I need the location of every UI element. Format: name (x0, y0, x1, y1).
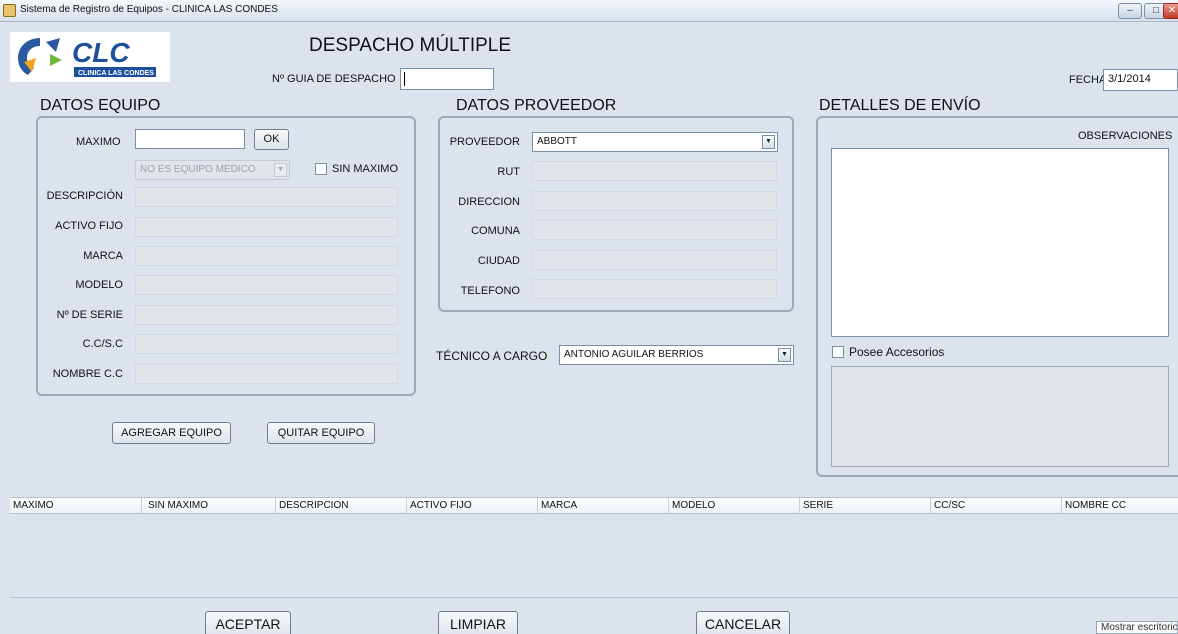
svg-text:CLC: CLC (72, 37, 130, 68)
maximo-input[interactable] (135, 129, 245, 149)
telefono-label: TELEFONO (460, 285, 520, 297)
posee-accesorios-label: Posee Accesorios (849, 345, 945, 359)
ciudad-field (532, 250, 777, 270)
agregar-equipo-button[interactable]: AGREGAR EQUIPO (112, 422, 231, 444)
chevron-down-icon: ▼ (778, 348, 791, 362)
tecnico-select[interactable]: ANTONIO AGUILAR BERRIOS ▼ (559, 345, 794, 365)
chevron-down-icon: ▼ (762, 135, 775, 149)
tecnico-select-value: ANTONIO AGUILAR BERRIOS (564, 349, 704, 360)
modelo-field (135, 275, 398, 295)
accesorios-textarea[interactable] (831, 366, 1169, 467)
proveedor-select-value: ABBOTT (537, 136, 578, 147)
activo-fijo-field (135, 217, 398, 237)
telefono-field (532, 279, 777, 299)
page-title: DESPACHO MÚLTIPLE (309, 35, 512, 56)
clc-logo-mark-icon: CLC CLINICA LAS CONDES (18, 37, 156, 77)
chevron-down-icon: ▼ (274, 163, 287, 177)
posee-accesorios-checkbox[interactable] (832, 346, 844, 358)
column-header-descripcion[interactable]: DESCRIPCION (276, 498, 407, 514)
svg-text:CLINICA LAS CONDES: CLINICA LAS CONDES (78, 70, 154, 77)
maximo-label: MAXIMO (76, 136, 121, 148)
column-header-activo-fijo[interactable]: ACTIVO FIJO (407, 498, 538, 514)
java-app-icon (3, 4, 16, 17)
clc-logo: CLC CLINICA LAS CONDES (10, 32, 170, 82)
equipo-medico-select-value: NO ES EQUIPO MEDICO (140, 164, 256, 175)
direccion-label: DIRECCION (458, 196, 520, 208)
quitar-equipo-button[interactable]: QUITAR EQUIPO (267, 422, 375, 444)
fecha-label: FECHA (1069, 74, 1107, 86)
direccion-field (532, 191, 777, 211)
rut-field (532, 161, 777, 181)
equipo-medico-select[interactable]: NO ES EQUIPO MEDICO ▼ (135, 160, 290, 180)
datos-equipo-heading: DATOS EQUIPO (40, 97, 161, 114)
proveedor-select[interactable]: ABBOTT ▼ (532, 132, 778, 152)
ccsc-label: C.C/S.C (82, 338, 123, 350)
comuna-label: COMUNA (471, 225, 520, 237)
marca-field (135, 246, 398, 266)
ciudad-label: CIUDAD (477, 255, 520, 267)
detalles-envio-heading: DETALLES DE ENVÍO (819, 97, 981, 114)
guia-despacho-input[interactable] (400, 68, 494, 90)
nombre-cc-label: NOMBRE C.C (52, 368, 123, 380)
equipos-table-header: MAXIMO SIN MAXIMO DESCRIPCION ACTIVO FIJ… (10, 497, 1178, 514)
descripcion-field (135, 187, 398, 207)
limpiar-button[interactable]: LIMPIAR (438, 611, 518, 634)
column-header-sin-maximo[interactable]: SIN MAXIMO (145, 498, 276, 514)
datos-proveedor-heading: DATOS PROVEEDOR (456, 97, 617, 114)
proveedor-label: PROVEEDOR (449, 136, 520, 148)
column-header-maximo[interactable]: MAXIMO (10, 498, 142, 514)
activo-fijo-label: ACTIVO FIJO (55, 220, 123, 232)
descripcion-label: DESCRIPCIÓN (46, 190, 123, 202)
modelo-label: MODELO (75, 279, 123, 291)
column-header-modelo[interactable]: MODELO (669, 498, 800, 514)
tecnico-label: TÉCNICO A CARGO (436, 349, 548, 363)
mostrar-escritorio-tooltip: Mostrar escritorio (1096, 621, 1178, 634)
observaciones-label: OBSERVACIONES (1078, 130, 1173, 142)
equipos-table-body[interactable] (10, 514, 1178, 598)
column-header-serie[interactable]: SERIE (800, 498, 931, 514)
column-header-marca[interactable]: MARCA (538, 498, 669, 514)
window-title: Sistema de Registro de Equipos - CLINICA… (20, 4, 278, 15)
sin-maximo-checkbox[interactable] (315, 163, 327, 175)
serie-field (135, 305, 398, 325)
text-cursor (404, 72, 405, 86)
guia-despacho-label: Nº GUIA DE DESPACHO (272, 73, 396, 85)
rut-label: RUT (497, 166, 520, 178)
comuna-field (532, 220, 777, 240)
cancelar-button[interactable]: CANCELAR (696, 611, 790, 634)
marca-label: MARCA (83, 250, 123, 262)
sin-maximo-label: SIN MAXIMO (332, 163, 399, 175)
minimize-button[interactable]: – (1118, 3, 1142, 19)
aceptar-button[interactable]: ACEPTAR (205, 611, 291, 634)
ccsc-field (135, 334, 398, 354)
nombre-cc-field (135, 364, 398, 384)
observaciones-textarea[interactable] (831, 148, 1169, 337)
column-header-nombre-cc[interactable]: NOMBRE CC (1062, 498, 1178, 514)
title-bar: Sistema de Registro de Equipos - CLINICA… (0, 0, 1178, 22)
column-header-ccsc[interactable]: CC/SC (931, 498, 1062, 514)
fecha-input[interactable]: 3/1/2014 (1103, 69, 1178, 91)
ok-button[interactable]: OK (254, 129, 289, 150)
serie-label: Nº DE SERIE (56, 309, 123, 321)
close-button[interactable]: ✕ (1163, 3, 1178, 19)
